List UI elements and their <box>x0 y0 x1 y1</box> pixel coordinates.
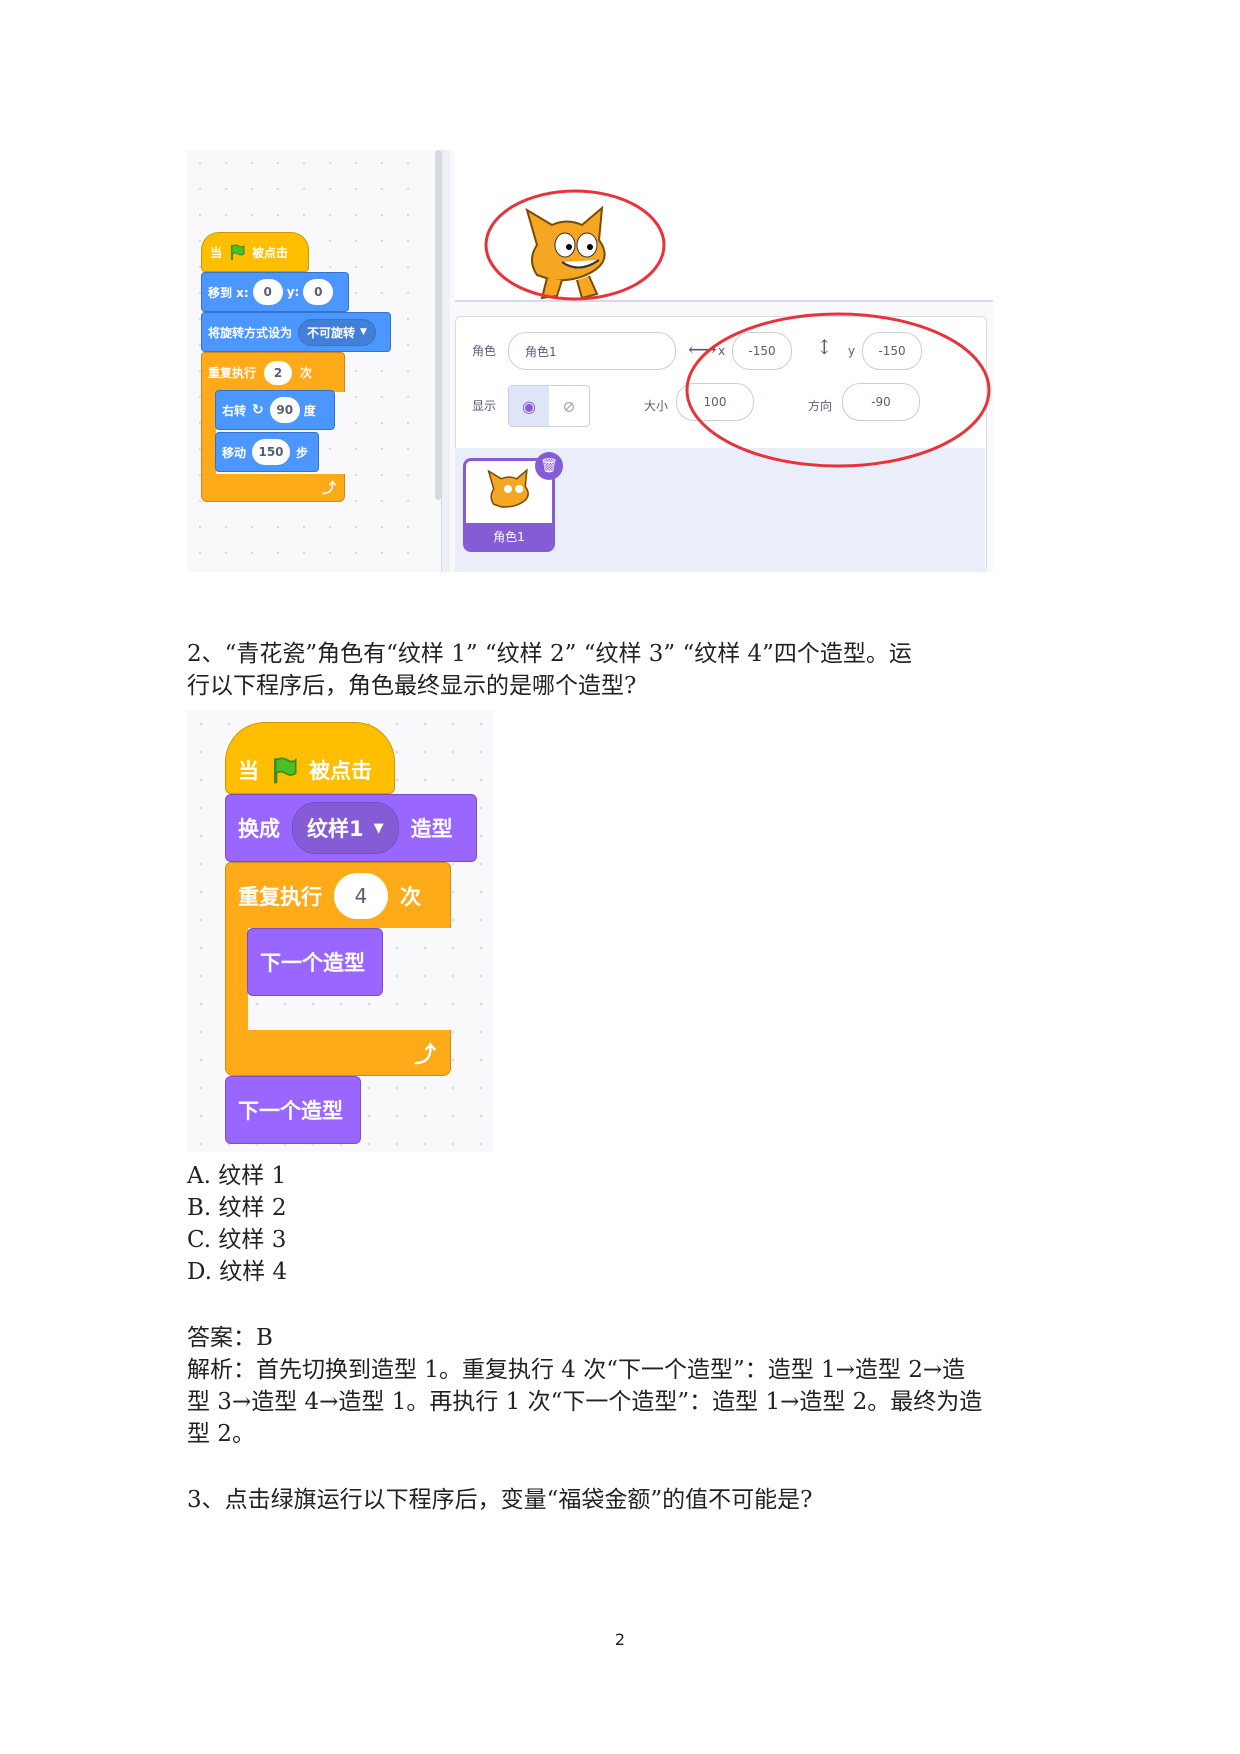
dropdown-arrow-icon: ▼ <box>373 820 384 836</box>
rotation-dropdown[interactable]: 不可旋转 ▼ <box>298 318 376 346</box>
when-flag-clicked-block[interactable]: 当 被点击 <box>225 722 395 794</box>
turn-right-block[interactable]: 右转 ↻ 90 度 <box>215 390 335 430</box>
show-label: 显示 <box>472 399 497 413</box>
page-number: 2 <box>614 1630 626 1649</box>
scratch-screenshot-1: 当 被点击 移到 x: 0 y: 0 将旋转方式设为 不可旋转 ▼ 重复执行 2 <box>187 150 993 572</box>
switch-costume-block[interactable]: 换成 纹样1 ▼ 造型 <box>225 794 477 862</box>
block-text-clicked: 被点击 <box>252 245 289 260</box>
repeat-block[interactable]: 重复执行 2 次 <box>201 352 345 392</box>
block-text-y: y: <box>286 285 300 299</box>
option-b: B. 纹样 2 <box>187 1195 287 1221</box>
sprite-tile-name: 角色1 <box>466 523 552 549</box>
green-flag-icon <box>231 244 245 260</box>
rotate-cw-icon: ↻ <box>252 402 264 418</box>
block-text-times: 次 <box>400 884 421 909</box>
option-c: C. 纹样 3 <box>187 1227 287 1253</box>
repeat-arm <box>225 927 248 1031</box>
option-d: D. 纹样 4 <box>187 1259 288 1285</box>
repeat-count-input[interactable]: 2 <box>264 360 293 385</box>
repeat-block[interactable]: 重复执行 4 次 <box>225 862 451 928</box>
show-toggle: ◉ ⊘ <box>508 385 590 427</box>
block-text-next-costume: 下一个造型 <box>238 1099 343 1123</box>
highlight-circle-cat <box>484 189 666 301</box>
size-label: 大小 <box>644 399 669 413</box>
next-costume-block-inner[interactable]: 下一个造型 <box>247 928 383 996</box>
delete-sprite-button[interactable]: 🗑 <box>535 452 563 480</box>
repeat-end: ⤴ <box>225 1030 451 1076</box>
block-text-clicked: 被点击 <box>309 759 372 783</box>
x-input[interactable]: 0 <box>252 279 283 305</box>
option-a: A. 纹样 1 <box>187 1163 287 1189</box>
analysis-line-3: 型 2。 <box>187 1421 255 1447</box>
analysis-line-2: 型 3→造型 4→造型 1。再执行 1 次“下一个造型”：造型 1→造型 2。最… <box>187 1389 983 1415</box>
panel-divider <box>441 150 450 572</box>
loop-arrow-icon: ⤴ <box>322 480 336 497</box>
repeat-arm <box>201 391 216 475</box>
question-3: 3、点击绿旗运行以下程序后，变量“福袋金额”的值不可能是? <box>187 1487 813 1513</box>
trash-icon: 🗑 <box>540 458 558 474</box>
next-costume-block-outer[interactable]: 下一个造型 <box>225 1076 361 1144</box>
block-text-when: 当 <box>210 245 223 260</box>
eye-hidden-icon[interactable]: ⊘ <box>549 386 589 426</box>
block-text-times: 次 <box>300 366 313 380</box>
block-text-repeat: 重复执行 <box>208 366 257 380</box>
analysis-line-1: 解析：首先切换到造型 1。重复执行 4 次“下一个造型”：造型 1→造型 2→造 <box>187 1357 966 1383</box>
block-text-switch: 换成 <box>238 817 280 841</box>
block-text-next-costume: 下一个造型 <box>260 951 365 975</box>
block-text-degrees: 度 <box>303 403 316 418</box>
goto-xy-block[interactable]: 移到 x: 0 y: 0 <box>201 272 349 312</box>
block-text-move: 移动 <box>222 445 247 460</box>
repeat-end: ⤴ <box>201 474 345 502</box>
stage[interactable] <box>455 150 993 302</box>
green-flag-icon <box>274 757 297 784</box>
answer: 答案：B <box>187 1325 273 1351</box>
degrees-input[interactable]: 90 <box>269 397 300 423</box>
question-2-line-2: 行以下程序后，角色最终显示的是哪个造型? <box>187 673 637 699</box>
block-text-steps: 步 <box>296 445 309 460</box>
move-steps-block[interactable]: 移动 150 步 <box>215 432 319 472</box>
repeat-count-input[interactable]: 4 <box>334 872 388 919</box>
eye-icon[interactable]: ◉ <box>509 386 549 426</box>
block-text-when: 当 <box>238 759 259 783</box>
block-text-rotation: 将旋转方式设为 <box>208 325 293 340</box>
when-flag-clicked-block[interactable]: 当 被点击 <box>201 232 309 272</box>
block-text-turn: 右转 <box>222 403 247 418</box>
code-area: 当 被点击 移到 x: 0 y: 0 将旋转方式设为 不可旋转 ▼ 重复执行 2 <box>187 150 431 572</box>
sprite-label: 角色 <box>472 344 497 358</box>
block-text-costume: 造型 <box>410 817 453 841</box>
dropdown-arrow-icon: ▼ <box>360 327 367 337</box>
block-text-repeat: 重复执行 <box>238 884 322 909</box>
costume-value: 纹样1 <box>307 817 364 841</box>
sprite-name-input[interactable]: 角色1 <box>508 332 676 370</box>
block-text-goto: 移到 x: <box>208 285 249 300</box>
highlight-circle-position <box>685 312 991 468</box>
y-input[interactable]: 0 <box>303 279 334 305</box>
rotation-value: 不可旋转 <box>307 325 356 340</box>
steps-input[interactable]: 150 <box>252 439 291 465</box>
question-2-line-1: 2、“青花瓷”角色有“纹样 1” “纹样 2” “纹样 3” “纹样 4”四个造… <box>187 641 912 667</box>
costume-dropdown[interactable]: 纹样1 ▼ <box>292 802 399 854</box>
loop-arrow-icon: ⤴ <box>413 1042 436 1068</box>
set-rotation-style-block[interactable]: 将旋转方式设为 不可旋转 ▼ <box>201 312 391 352</box>
scratch-screenshot-2: 当 被点击 换成 纹样1 ▼ 造型 重复执行 4 次 下一个造型 ⤴ 下一个造型 <box>187 710 493 1152</box>
